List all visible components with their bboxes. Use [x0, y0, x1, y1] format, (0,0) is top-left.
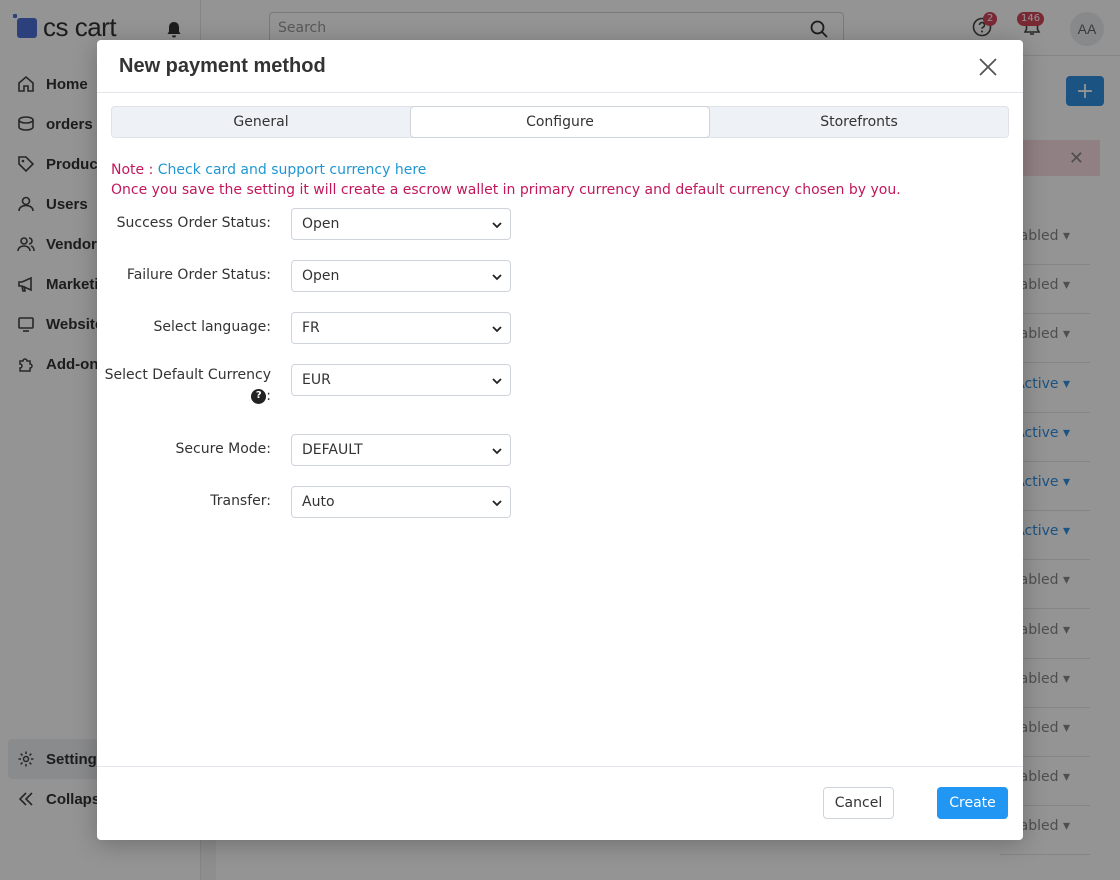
field-label: Secure Mode:	[175, 441, 271, 457]
select-value: Open	[302, 216, 340, 232]
payment-method-dialog: New payment method General Configure Sto…	[97, 40, 1023, 840]
chevron-down-icon	[492, 448, 502, 455]
language-select[interactable]: FR	[291, 312, 511, 344]
currency-support-link[interactable]: Check card and support currency here	[158, 162, 427, 178]
field-label: Transfer:	[210, 493, 271, 509]
note-block: Note : Check card and support currency h…	[111, 160, 901, 200]
dialog-tabs: General Configure Storefronts	[111, 106, 1009, 138]
select-value: FR	[302, 320, 320, 336]
default-currency-select[interactable]: EUR	[291, 364, 511, 396]
note-text: Once you save the setting it will create…	[111, 182, 901, 198]
transfer-select[interactable]: Auto	[291, 486, 511, 518]
label-suffix: :	[266, 388, 271, 404]
cancel-button[interactable]: Cancel	[823, 787, 894, 819]
field-label: Select Default Currency	[104, 367, 271, 383]
select-value: Auto	[302, 494, 335, 510]
tab-storefronts[interactable]: Storefronts	[710, 107, 1008, 137]
field-label: Select language:	[153, 319, 271, 335]
create-button[interactable]: Create	[937, 787, 1008, 819]
field-label: Failure Order Status:	[126, 267, 271, 283]
failure-order-status-select[interactable]: Open	[291, 260, 511, 292]
field-label-block: Select Default Currency ?:	[101, 365, 271, 406]
tab-general[interactable]: General	[112, 107, 410, 137]
chevron-down-icon	[492, 378, 502, 385]
select-value: DEFAULT	[302, 442, 363, 458]
success-order-status-select[interactable]: Open	[291, 208, 511, 240]
chevron-down-icon	[492, 500, 502, 507]
dialog-footer: Cancel Create	[97, 766, 1023, 840]
chevron-down-icon	[492, 326, 502, 333]
chevron-down-icon	[492, 222, 502, 229]
dialog-title: New payment method	[119, 55, 326, 77]
tab-configure[interactable]: Configure	[410, 106, 710, 138]
note-prefix: Note :	[111, 162, 158, 178]
field-label: Success Order Status:	[116, 215, 271, 231]
help-icon[interactable]: ?	[251, 388, 267, 404]
dialog-header: New payment method	[97, 40, 1023, 93]
select-value: EUR	[302, 372, 331, 388]
close-icon[interactable]	[977, 56, 999, 78]
secure-mode-select[interactable]: DEFAULT	[291, 434, 511, 466]
select-value: Open	[302, 268, 340, 284]
chevron-down-icon	[492, 274, 502, 281]
